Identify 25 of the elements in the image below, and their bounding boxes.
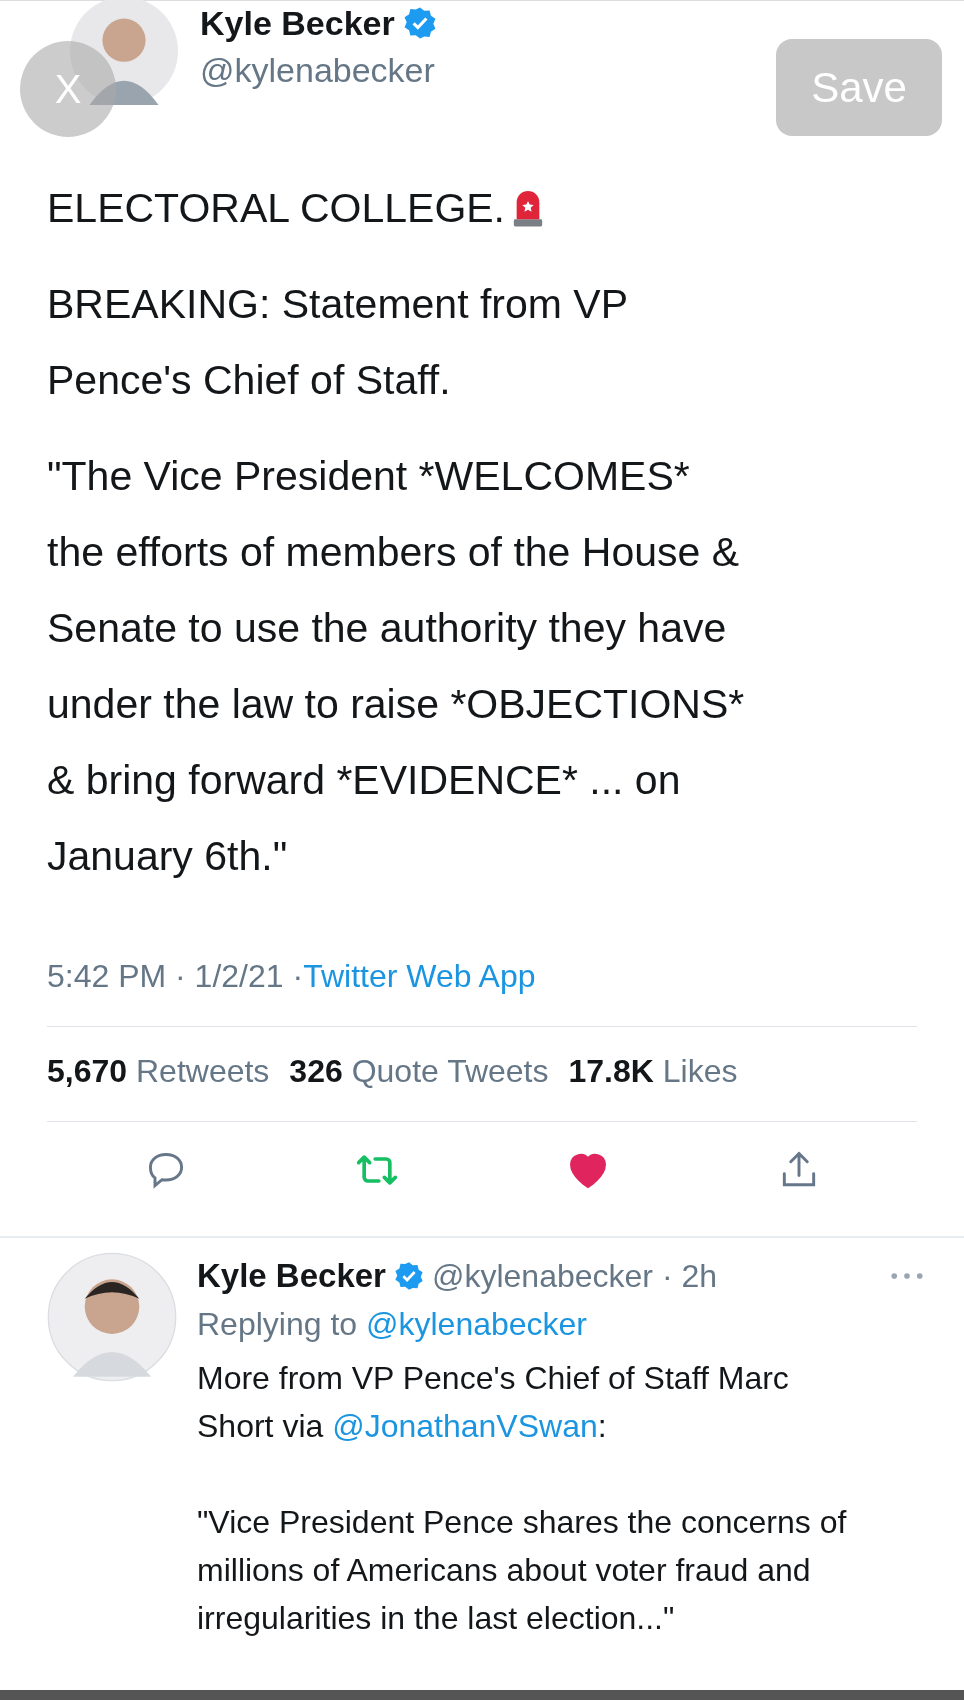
tweet-text: Senate to use the authority they have	[47, 604, 727, 653]
engagement-stat[interactable]: 5,670 Retweets	[47, 1049, 270, 1093]
tweet-text: the efforts of members of the House &	[47, 528, 740, 577]
tweet-text: & bring forward *EVIDENCE* ... on	[47, 756, 681, 805]
tweet-text: BREAKING: Statement from VP	[47, 280, 629, 329]
engagement-stat[interactable]: 17.8K Likes	[568, 1049, 738, 1093]
author-name: Kyle Becker	[200, 3, 395, 44]
tweet-text: January 6th."	[47, 832, 288, 881]
tweet-text: Pence's Chief of Staff.	[47, 356, 451, 405]
author-handle: @kylenabecker	[200, 51, 436, 90]
mention-link[interactable]: @kylenabecker	[366, 1306, 587, 1342]
tweet-text: ELECTORAL COLLEGE.	[47, 184, 505, 233]
tweet-text: "The Vice President *WELCOMES*	[47, 452, 690, 501]
avatar[interactable]	[47, 1252, 177, 1382]
replying-label: Replying to	[197, 1306, 358, 1342]
tweet-timestamp: 5:42 PM · 1/2/21 ·	[47, 958, 304, 994]
reply-text: "Vice President Pence shares the concerns of millions of Americans about voter fraud and irregularities in the last election..."	[197, 1503, 848, 1638]
mention-link[interactable]: @JonathanVSwan	[332, 1408, 598, 1444]
author-handle: @kylenabecker · 2h	[431, 1257, 718, 1296]
reply-text: More from VP Pence's Chief of Staff Marc Short via @JonathanVSwan:	[197, 1359, 790, 1446]
author-name: Kyle Becker	[197, 1256, 386, 1296]
source-link[interactable]: Twitter Web App	[303, 958, 536, 994]
engagement-stat[interactable]: 326 Quote Tweets	[289, 1049, 549, 1093]
more-icon[interactable]	[890, 1271, 924, 1281]
tweet-text: under the law to raise *OBJECTIONS*	[47, 680, 745, 729]
